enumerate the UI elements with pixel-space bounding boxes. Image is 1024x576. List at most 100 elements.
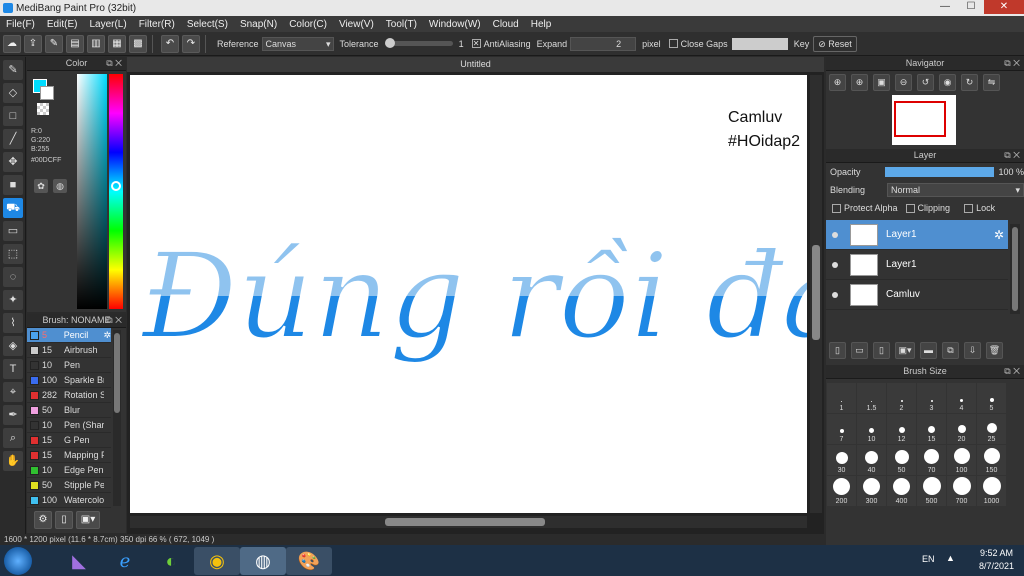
layer-row[interactable]: Layer1 ✲ bbox=[826, 220, 1008, 250]
menu-window[interactable]: Window(W) bbox=[429, 19, 481, 30]
brush-size-option[interactable]: 30 bbox=[827, 445, 856, 475]
background-color-swatch[interactable] bbox=[40, 86, 54, 100]
rotate-left-icon[interactable]: ↺ bbox=[917, 74, 934, 91]
brush-size-option[interactable]: 3 bbox=[917, 383, 946, 413]
brush-settings-icon[interactable]: ⚙ bbox=[34, 511, 52, 529]
internet-explorer-icon[interactable]: ℯ bbox=[102, 547, 148, 575]
brush-size-option[interactable]: 1.5 bbox=[857, 383, 886, 413]
lock-checkbox[interactable] bbox=[964, 203, 974, 213]
brush-add-menu-icon[interactable]: ▣▾ bbox=[76, 511, 100, 529]
expand-input[interactable]: 2 bbox=[570, 36, 637, 51]
cloud-icon[interactable]: ☁ bbox=[3, 34, 21, 53]
duplicate-layer-icon[interactable]: ⧉ bbox=[942, 342, 959, 359]
color-wheel-icon[interactable]: ✿ bbox=[34, 179, 48, 193]
brush-size-option[interactable]: 200 bbox=[827, 476, 856, 506]
panel-controls-icon[interactable]: ⧉ ✕ bbox=[106, 314, 122, 327]
share-icon[interactable]: ⇪ bbox=[24, 34, 42, 53]
navigator-viewport[interactable] bbox=[894, 101, 946, 137]
rotate-right-icon[interactable]: ↻ bbox=[961, 74, 978, 91]
scroll-thumb[interactable] bbox=[385, 518, 545, 526]
menu-select[interactable]: Select(S) bbox=[187, 19, 228, 30]
layer-row[interactable]: Layer1 bbox=[826, 250, 1008, 280]
checkerboard-icon[interactable]: ▩ bbox=[129, 34, 147, 53]
brush-size-option[interactable]: 700 bbox=[947, 476, 976, 506]
scroll-thumb[interactable] bbox=[812, 245, 820, 340]
brush-size-option[interactable]: 150 bbox=[977, 445, 1006, 475]
visibility-eye-icon[interactable] bbox=[832, 291, 838, 298]
layer-scrollbar[interactable] bbox=[1010, 224, 1020, 314]
zoom-out-icon[interactable]: ⊖ bbox=[895, 74, 912, 91]
palette-icon[interactable]: ◍ bbox=[53, 179, 67, 193]
brush-size-option[interactable]: 1000 bbox=[977, 476, 1006, 506]
antialiasing-checkbox[interactable]: ✕ bbox=[471, 39, 481, 48]
clock[interactable]: 9:52 AM 8/7/2021 bbox=[979, 548, 1014, 571]
medibang-icon[interactable]: ◍ bbox=[240, 547, 286, 575]
brush-size-option[interactable]: 15 bbox=[917, 414, 946, 444]
brush-size-option[interactable]: 70 bbox=[917, 445, 946, 475]
close-gaps-slider[interactable] bbox=[731, 37, 788, 50]
bucket-tool-icon[interactable]: ⛟ bbox=[3, 198, 23, 218]
panel-controls-icon[interactable]: ⧉ ✕ bbox=[106, 57, 122, 70]
brush-size-option[interactable]: 12 bbox=[887, 414, 916, 444]
flip-icon[interactable]: ⇋ bbox=[983, 74, 1000, 91]
comment-icon[interactable]: ✎ bbox=[45, 34, 63, 53]
new-layer-1bit-icon[interactable]: ▯ bbox=[873, 342, 890, 359]
slider-knob[interactable] bbox=[384, 38, 395, 48]
layer-row[interactable]: Camluv bbox=[826, 280, 1008, 310]
gear-icon[interactable]: ✲ bbox=[103, 330, 111, 341]
brush-list-item[interactable]: 50 Stipple Pe bbox=[27, 478, 111, 493]
menu-layer[interactable]: Layer(L) bbox=[89, 19, 126, 30]
brush-size-option[interactable]: 50 bbox=[887, 445, 916, 475]
brush-size-option[interactable]: 7 bbox=[827, 414, 856, 444]
start-button[interactable] bbox=[4, 547, 32, 575]
protect-alpha-checkbox[interactable] bbox=[832, 203, 841, 213]
document-tab[interactable]: Untitled bbox=[127, 57, 824, 72]
brush-size-option[interactable]: 400 bbox=[887, 476, 916, 506]
redo-icon[interactable]: ↷ bbox=[182, 34, 200, 53]
select-pen-tool-icon[interactable]: ⌇ bbox=[3, 313, 23, 333]
menu-filter[interactable]: Filter(R) bbox=[139, 19, 175, 30]
transparent-swatch[interactable] bbox=[37, 103, 49, 115]
brush-list-item[interactable]: 15 Mapping P bbox=[27, 448, 111, 463]
zoom-plus-icon[interactable]: ⊕ bbox=[851, 74, 868, 91]
select-rect-tool-icon[interactable]: ⬚ bbox=[3, 244, 23, 264]
blending-select[interactable]: Normal bbox=[887, 183, 1024, 197]
maximize-button[interactable]: ☐ bbox=[958, 0, 984, 14]
close-button[interactable]: ✕ bbox=[984, 0, 1024, 14]
brush-list-item[interactable]: 15 Airbrush bbox=[27, 343, 111, 358]
navigator-preview[interactable] bbox=[892, 95, 956, 145]
move-tool-icon[interactable]: ✥ bbox=[3, 152, 23, 172]
brush-size-option[interactable]: 10 bbox=[857, 414, 886, 444]
panel-controls-icon[interactable]: ⧉ ✕ bbox=[1004, 57, 1020, 70]
grid-icon[interactable]: ▦ bbox=[108, 34, 126, 53]
brush-list-item[interactable]: 282 Rotation S bbox=[27, 388, 111, 403]
menu-tool[interactable]: Tool(T) bbox=[386, 19, 417, 30]
brush-size-option[interactable]: 4 bbox=[947, 383, 976, 413]
coccoc-icon[interactable]: ◐ bbox=[148, 547, 194, 575]
select-eraser-tool-icon[interactable]: ◈ bbox=[3, 336, 23, 356]
zoom-in-icon[interactable]: ⊕ bbox=[829, 74, 846, 91]
menu-help[interactable]: Help bbox=[531, 19, 552, 30]
minimize-button[interactable]: — bbox=[932, 0, 958, 14]
menu-cloud[interactable]: Cloud bbox=[493, 19, 519, 30]
menu-color[interactable]: Color(C) bbox=[289, 19, 327, 30]
lasso-tool-icon[interactable]: ◌ bbox=[3, 267, 23, 287]
visibility-eye-icon[interactable] bbox=[832, 231, 838, 238]
saturation-value-box[interactable] bbox=[77, 74, 107, 309]
add-layer-menu-icon[interactable]: ▣▾ bbox=[895, 342, 915, 359]
canvas[interactable]: Camluv #HOidap2 Đúng rồi đấy bbox=[130, 75, 807, 513]
panel-controls-icon[interactable]: ⧉ ✕ bbox=[1004, 149, 1020, 162]
brush-size-option[interactable]: 25 bbox=[977, 414, 1006, 444]
brush-tool-icon[interactable]: ✎ bbox=[3, 60, 23, 80]
visibility-eye-icon[interactable] bbox=[832, 261, 838, 268]
chat-icon[interactable]: ▤ bbox=[66, 34, 84, 53]
language-indicator[interactable]: EN bbox=[922, 554, 935, 564]
undo-icon[interactable]: ↶ bbox=[161, 34, 179, 53]
panel-controls-icon[interactable]: ⧉ ✕ bbox=[1004, 365, 1020, 378]
brush-list-item[interactable]: 10 Pen bbox=[27, 358, 111, 373]
magic-wand-tool-icon[interactable]: ✦ bbox=[3, 290, 23, 310]
menu-file[interactable]: File(F) bbox=[6, 19, 35, 30]
rectangle-tool-icon[interactable]: □ bbox=[3, 106, 23, 126]
dropper-tool-icon[interactable]: ⌕ bbox=[3, 428, 23, 448]
brush-size-option[interactable]: 40 bbox=[857, 445, 886, 475]
